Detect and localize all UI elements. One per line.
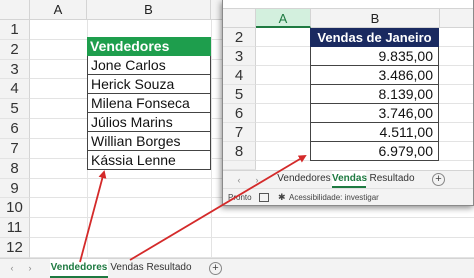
status-ready-text: Pronto [228,193,252,202]
macro-icon[interactable] [259,193,269,202]
row-header[interactable]: 9 [0,179,30,198]
vendedor-cell[interactable]: Kássia Lenne [87,151,211,170]
row-header[interactable]: 3 [0,60,30,79]
next-sheet-button[interactable]: › [24,259,36,278]
venda-value-cell[interactable]: 3.746,00 [310,104,439,123]
tab-vendas[interactable]: Vendas [109,259,145,278]
row-header-partial[interactable] [223,161,256,170]
vendedor-cell[interactable]: Júlios Marins [87,113,211,132]
row-header[interactable]: 11 [0,218,30,238]
row-header[interactable]: 8 [223,142,256,161]
accessibility-status[interactable]: Acessibilidade: investigar [289,189,379,205]
row-header[interactable]: 5 [0,99,30,119]
status-bar: Pronto ✱ Acessibilidade: investigar [223,188,473,205]
tab-vendedores[interactable]: Vendedores [50,259,108,278]
venda-value-cell[interactable]: 6.979,00 [310,142,439,161]
column-header-a[interactable]: A [30,0,87,20]
row-header[interactable]: 6 [0,119,30,139]
tab-resultado[interactable]: Resultado [146,259,192,278]
row-header[interactable]: 1 [0,20,30,40]
prev-sheet-button[interactable]: ‹ [6,259,18,278]
tab-vendedores[interactable]: Vendedores [277,171,331,188]
tab-resultado[interactable]: Resultado [368,171,416,188]
vendedores-header-cell[interactable]: Vendedores [87,37,211,56]
vendedor-cell[interactable]: Milena Fonseca [87,94,211,113]
tab-vendas[interactable]: Vendas [332,171,367,188]
venda-value-cell[interactable]: 8.139,00 [310,85,439,104]
venda-value-cell[interactable]: 9.835,00 [310,47,439,66]
venda-value-cell[interactable]: 4.511,00 [310,123,439,142]
grid-row [30,238,474,258]
row-header[interactable]: 5 [223,85,256,104]
select-all-corner[interactable] [223,9,256,28]
vendedor-cell[interactable]: Herick Souza [87,75,211,94]
row-header[interactable]: 7 [223,123,256,142]
row-header[interactable]: 4 [223,66,256,85]
gridline [211,20,212,258]
row-header[interactable]: 3 [223,47,256,66]
sheet-tab-bar: ‹ › Vendedores Vendas Resultado + [223,170,473,188]
row-header[interactable]: 10 [0,198,30,218]
accessibility-icon[interactable]: ✱ [278,189,286,205]
row-header[interactable]: 7 [0,139,30,159]
column-header-b[interactable]: B [87,0,211,20]
vendedor-cell[interactable]: Jone Carlos [87,56,211,75]
row-header[interactable]: 12 [0,238,30,258]
row-header[interactable]: 8 [0,159,30,179]
sheet-tab-bar: ‹ › Vendedores Vendas Resultado + [0,258,474,278]
add-sheet-button[interactable]: + [209,262,222,275]
column-header-b[interactable]: B [311,9,440,28]
row-header[interactable]: 4 [0,79,30,99]
vendas-janeiro-header-cell[interactable]: Vendas de Janeiro [310,28,439,47]
formula-bar[interactable] [223,0,473,9]
add-sheet-button[interactable]: + [432,173,445,186]
column-header-a[interactable]: A [256,9,311,28]
grid-row [30,218,474,238]
vendedor-cell[interactable]: Willian Borges [87,132,211,151]
venda-value-cell[interactable]: 3.486,00 [310,66,439,85]
row-header[interactable]: 2 [223,28,256,47]
row-header[interactable]: 2 [0,40,30,60]
column-header-bar: A B [223,9,473,28]
row-header[interactable]: 6 [223,104,256,123]
select-all-corner[interactable] [0,0,30,20]
